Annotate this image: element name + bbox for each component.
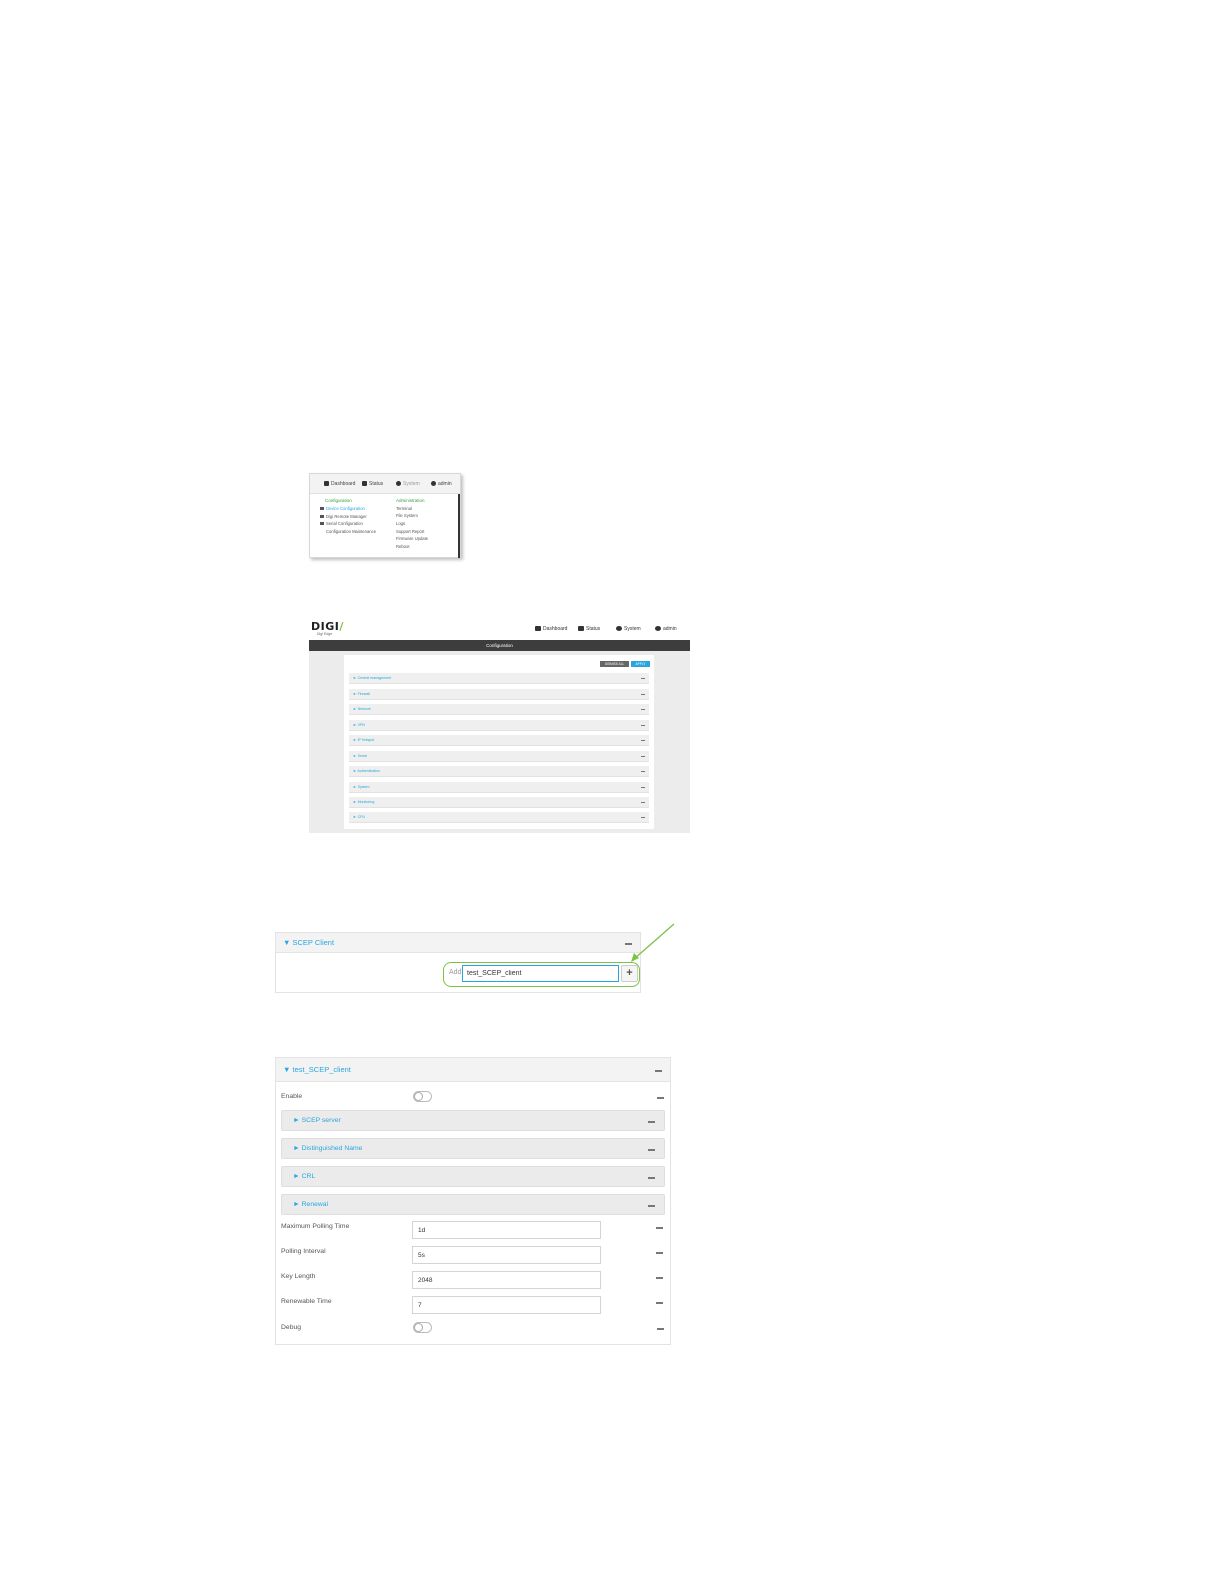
reset-icon <box>656 1252 663 1254</box>
scep-client-header[interactable]: ▼ SCEP Client <box>276 933 640 953</box>
collapse-icon <box>655 1070 662 1072</box>
subsection-renewal[interactable]: ► Renewal <box>281 1194 665 1215</box>
menu-item-terminal[interactable]: Terminal <box>396 506 412 512</box>
menu-item-serial-configuration[interactable]: Serial Configuration <box>320 521 363 527</box>
collapse-icon <box>648 1121 655 1123</box>
user-icon <box>431 481 436 486</box>
config-section[interactable]: ► Network <box>349 704 649 715</box>
callout-arrow <box>631 923 675 962</box>
menu-item-file-system[interactable]: File System <box>396 513 418 519</box>
config-section[interactable]: ► Authentication <box>349 766 649 777</box>
subsection-crl[interactable]: ► CRL <box>281 1166 665 1187</box>
scep-client-settings-screenshot: ▼ test_SCEP_client Enable ► SCEP server … <box>275 1057 671 1345</box>
enable-label: Enable <box>281 1093 303 1100</box>
collapse-icon <box>641 802 645 803</box>
dashboard-icon <box>324 481 329 486</box>
debug-toggle[interactable] <box>413 1322 432 1333</box>
menu-item-reboot[interactable]: Reboot <box>396 544 410 550</box>
grid-icon <box>578 626 584 631</box>
collapse-icon <box>641 771 645 772</box>
config-section[interactable]: ► IP Hotspot <box>349 735 649 746</box>
page-title: Configuration <box>309 640 690 651</box>
menu-item-firmware-update[interactable]: Firmware Update <box>396 536 428 542</box>
dashboard-icon <box>535 626 541 631</box>
nav-system[interactable]: System <box>616 626 641 632</box>
field-label: Polling Interval <box>281 1248 326 1255</box>
config-section[interactable]: ► Monitoring <box>349 797 649 808</box>
key-length-input[interactable] <box>412 1271 601 1289</box>
reset-icon <box>657 1328 664 1330</box>
collapse-icon <box>648 1149 655 1151</box>
page-header: DIGI/ Digi Edge Dashboard Status System … <box>309 618 690 640</box>
collapse-icon <box>648 1177 655 1179</box>
configuration-page-screenshot: DIGI/ Digi Edge Dashboard Status System … <box>309 618 690 833</box>
menu-item-device-configuration[interactable]: Device Configuration <box>320 506 365 512</box>
collapse-icon <box>641 725 645 726</box>
config-section[interactable]: ► Serial <box>349 751 649 762</box>
maximum-polling-time-input[interactable] <box>412 1221 601 1239</box>
config-section[interactable]: ► CPU <box>349 812 649 823</box>
menu-item-logs[interactable]: Logs <box>396 521 405 527</box>
collapse-icon <box>641 709 645 710</box>
cloud-icon <box>320 515 324 518</box>
wrench-icon <box>320 507 324 510</box>
add-button[interactable]: + <box>621 965 638 982</box>
config-section[interactable]: ► Central management <box>349 673 649 684</box>
gear-icon <box>396 481 401 486</box>
field-label: Renewable Time <box>281 1298 332 1305</box>
subsection-distinguished-name[interactable]: ► Distinguished Name <box>281 1138 665 1159</box>
config-section[interactable]: ► VPN <box>349 720 649 731</box>
nav-dashboard[interactable]: Dashboard <box>535 626 567 632</box>
nav-dashboard[interactable]: Dashboard <box>324 480 355 488</box>
collapse-icon <box>641 740 645 741</box>
scep-client-name-input[interactable] <box>462 965 619 982</box>
renewable-time-input[interactable] <box>412 1296 601 1314</box>
collapse-icon <box>641 756 645 757</box>
system-menu-screenshot: Dashboard Status System admin Configurat… <box>309 473 461 558</box>
collapse-icon <box>641 787 645 788</box>
scep-client-add-screenshot: ▼ SCEP Client Add + <box>275 932 641 993</box>
collapse-icon <box>641 694 645 695</box>
collapse-icon <box>641 678 645 679</box>
administration-heading: Administration <box>396 498 425 503</box>
menu-item-support-report[interactable]: Support Report <box>396 529 424 535</box>
dismiss-all-button[interactable]: DISMISS ALL <box>600 661 629 667</box>
menu-item-remote-manager[interactable]: Digi Remote Manager <box>320 514 367 520</box>
polling-interval-input[interactable] <box>412 1246 601 1264</box>
gear-icon <box>616 626 622 631</box>
config-section[interactable]: ► Firewall <box>349 689 649 700</box>
reset-icon <box>657 1097 664 1099</box>
client-header[interactable]: ▼ test_SCEP_client <box>276 1058 670 1082</box>
subsection-scep-server[interactable]: ► SCEP server <box>281 1110 665 1131</box>
user-icon <box>655 626 661 631</box>
collapse-icon <box>641 817 645 818</box>
menu-item-configuration-maintenance[interactable]: Configuration Maintenance <box>326 529 376 535</box>
config-panel: DISMISS ALL APPLY ► Central management ►… <box>344 655 654 829</box>
config-section[interactable]: ► System <box>349 782 649 793</box>
top-nav-bar: Dashboard Status System admin <box>310 474 460 494</box>
logo-subtitle: Digi Edge <box>317 632 333 636</box>
reset-icon <box>656 1302 663 1304</box>
debug-label: Debug <box>281 1324 302 1331</box>
nav-status[interactable]: Status <box>362 480 383 488</box>
configuration-heading: Configuration <box>325 498 352 503</box>
serial-icon <box>320 522 324 525</box>
add-label: Add <box>449 969 462 976</box>
collapse-icon <box>648 1205 655 1207</box>
nav-admin[interactable]: admin <box>431 480 452 488</box>
grid-icon <box>362 481 367 486</box>
nav-admin[interactable]: admin <box>655 626 677 632</box>
nav-status[interactable]: Status <box>578 626 600 632</box>
field-label: Maximum Polling Time <box>281 1223 350 1230</box>
field-label: Key Length <box>281 1273 316 1280</box>
enable-toggle[interactable] <box>413 1091 432 1102</box>
apply-button[interactable]: APPLY <box>631 661 650 667</box>
menu-edge <box>458 494 460 558</box>
reset-icon <box>656 1227 663 1229</box>
nav-system[interactable]: System <box>396 480 420 488</box>
reset-icon <box>656 1277 663 1279</box>
